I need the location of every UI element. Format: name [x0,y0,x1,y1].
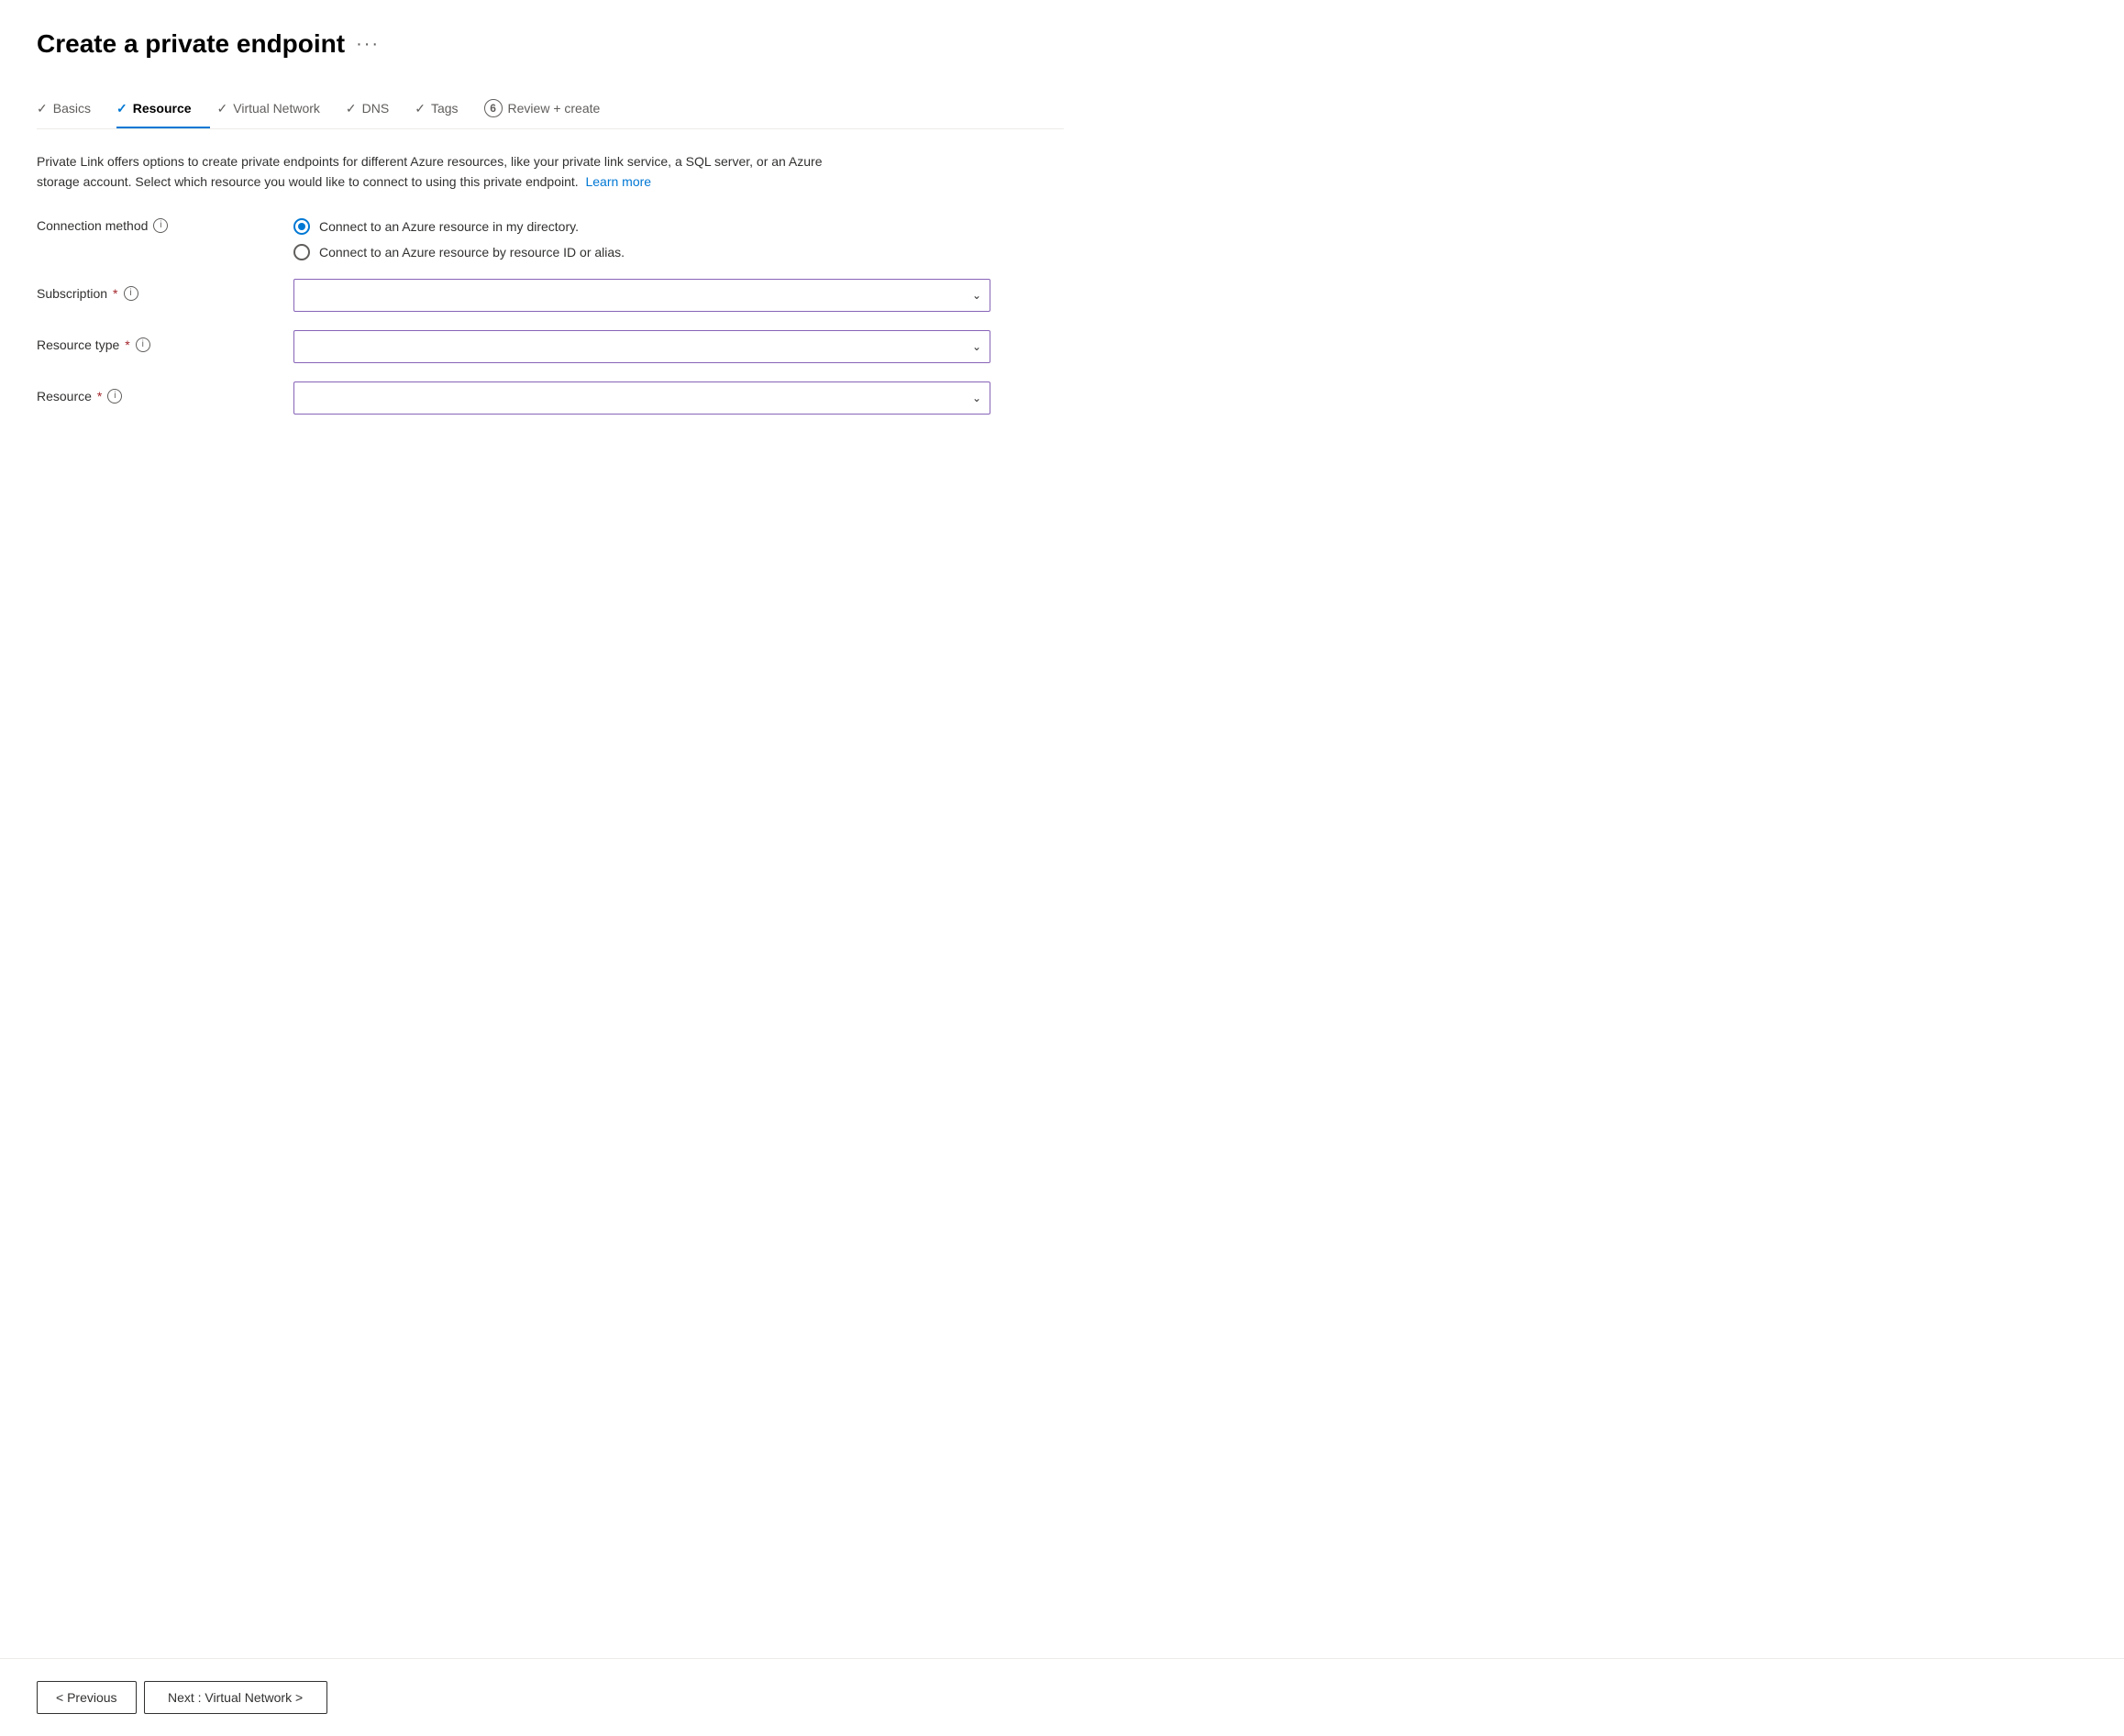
steps-navigation: ✓ Basics ✓ Resource ✓ Virtual Network ✓ … [37,88,1064,129]
tags-label: Tags [431,101,459,116]
resource-label: Resource [37,389,92,404]
basics-check-icon: ✓ [37,101,48,116]
resource-type-label-col: Resource type * i [37,330,293,352]
resource-info-icon[interactable]: i [107,389,122,404]
subscription-row: Subscription * i ⌄ [37,279,1064,312]
description-text: Private Link offers options to create pr… [37,151,862,193]
resource-required-star: * [97,389,102,404]
step-review-create[interactable]: 6 Review + create [484,88,619,128]
resource-row: Resource * i ⌄ [37,381,1064,415]
step-resource[interactable]: ✓ Resource [116,90,210,127]
learn-more-link[interactable]: Learn more [585,174,651,189]
resource-type-row: Resource type * i ⌄ [37,330,1064,363]
resource-type-control-col: ⌄ [293,330,990,363]
subscription-label-col: Subscription * i [37,279,293,301]
tags-check-icon: ✓ [415,101,426,116]
more-options-button[interactable]: ··· [356,34,380,55]
resource-type-select[interactable] [293,330,990,363]
resource-dropdown-wrapper: ⌄ [293,381,990,415]
dns-check-icon: ✓ [346,101,357,116]
virtual-network-check-icon: ✓ [217,101,228,116]
review-create-badge: 6 [484,99,503,117]
resource-type-required-star: * [125,337,129,352]
resource-label: Resource [133,101,192,116]
basics-label: Basics [53,101,91,116]
subscription-control-col: ⌄ [293,279,990,312]
connection-method-label: Connection method [37,218,148,233]
resource-control-col: ⌄ [293,381,990,415]
radio-alias-label: Connect to an Azure resource by resource… [319,245,625,260]
bottom-navigation: < Previous Next : Virtual Network > [0,1658,2124,1736]
review-create-label: Review + create [508,101,601,116]
step-virtual-network[interactable]: ✓ Virtual Network [217,90,338,127]
radio-directory-label: Connect to an Azure resource in my direc… [319,219,579,234]
subscription-required-star: * [113,286,117,301]
subscription-label: Subscription [37,286,107,301]
resource-type-info-icon[interactable]: i [136,337,150,352]
connection-method-row: Connection method i Connect to an Azure … [37,218,1064,260]
resource-label-col: Resource * i [37,381,293,404]
radio-alias-option[interactable]: Connect to an Azure resource by resource… [293,244,990,260]
connection-method-info-icon[interactable]: i [153,218,168,233]
page-title: Create a private endpoint [37,29,345,59]
connection-method-control-col: Connect to an Azure resource in my direc… [293,218,990,260]
resource-type-label: Resource type [37,337,119,352]
step-tags[interactable]: ✓ Tags [415,90,476,127]
subscription-dropdown-wrapper: ⌄ [293,279,990,312]
resource-form: Connection method i Connect to an Azure … [37,218,1064,415]
subscription-select[interactable] [293,279,990,312]
step-dns[interactable]: ✓ DNS [346,90,407,127]
step-basics[interactable]: ✓ Basics [37,90,109,127]
resource-check-icon: ✓ [116,101,127,116]
connection-method-label-col: Connection method i [37,218,293,233]
radio-directory-input[interactable] [293,218,310,235]
next-button[interactable]: Next : Virtual Network > [144,1681,327,1714]
connection-method-radio-group: Connect to an Azure resource in my direc… [293,218,990,260]
subscription-info-icon[interactable]: i [124,286,138,301]
description-body: Private Link offers options to create pr… [37,154,823,189]
resource-select[interactable] [293,381,990,415]
previous-button[interactable]: < Previous [37,1681,137,1714]
radio-alias-input[interactable] [293,244,310,260]
virtual-network-label: Virtual Network [233,101,320,116]
dns-label: DNS [362,101,390,116]
radio-directory-option[interactable]: Connect to an Azure resource in my direc… [293,218,990,235]
resource-type-dropdown-wrapper: ⌄ [293,330,990,363]
